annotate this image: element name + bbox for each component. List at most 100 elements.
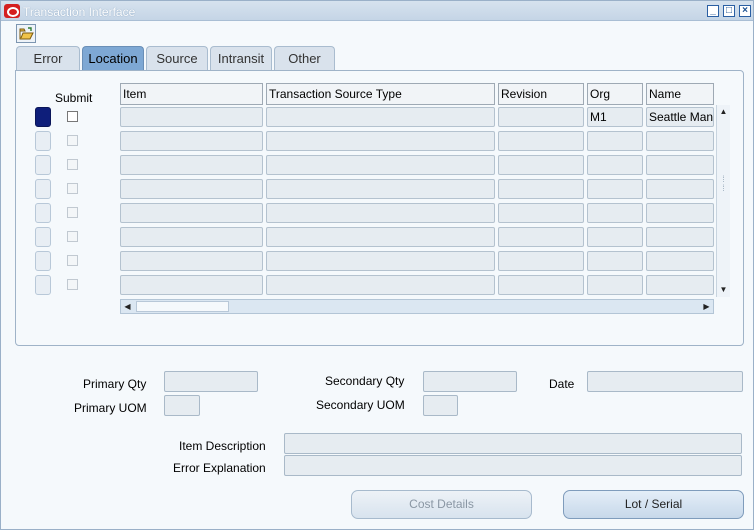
oracle-logo-icon	[4, 4, 20, 18]
lot-serial-button[interactable]: Lot / Serial	[563, 490, 744, 519]
cell-name[interactable]	[646, 155, 714, 175]
submit-checkbox[interactable]	[67, 255, 78, 266]
item-description-field[interactable]	[284, 433, 742, 454]
cell-source-type[interactable]	[266, 275, 495, 295]
cell-name[interactable]	[646, 179, 714, 199]
cell-revision[interactable]	[498, 203, 584, 223]
cell-source-type[interactable]	[266, 203, 495, 223]
scroll-thumb[interactable]	[136, 301, 229, 312]
transaction-interface-window: Transaction Interface _ □ × Error Locati…	[0, 0, 754, 530]
cell-revision[interactable]	[498, 275, 584, 295]
cell-org[interactable]	[587, 131, 643, 151]
cell-revision[interactable]	[498, 131, 584, 151]
tab-location[interactable]: Location	[82, 46, 144, 71]
row-selector[interactable]	[35, 227, 51, 247]
cell-item[interactable]	[120, 203, 263, 223]
scroll-grip-icon[interactable]: ⁞ ⁞	[717, 175, 730, 193]
cell-revision[interactable]	[498, 107, 584, 127]
error-explanation-label: Error Explanation	[173, 461, 266, 475]
column-header-org: Org	[587, 83, 643, 105]
submit-checkbox[interactable]	[67, 183, 78, 194]
row-selector[interactable]	[35, 131, 51, 151]
column-header-name: Name	[646, 83, 714, 105]
cell-item[interactable]	[120, 155, 263, 175]
vertical-scrollbar[interactable]: ▲ ⁞ ⁞ ▼	[716, 105, 730, 297]
cell-source-type[interactable]	[266, 107, 495, 127]
tab-source[interactable]: Source	[146, 46, 208, 70]
primary-uom-field[interactable]	[164, 395, 200, 416]
window-title: Transaction Interface	[23, 5, 136, 19]
cell-source-type[interactable]	[266, 131, 495, 151]
cell-org[interactable]	[587, 227, 643, 247]
row-selector[interactable]	[35, 203, 51, 223]
close-icon[interactable]: ×	[739, 5, 751, 17]
cost-details-button[interactable]: Cost Details	[351, 490, 532, 519]
item-description-label: Item Description	[179, 439, 266, 453]
column-header-source-type: Transaction Source Type	[266, 83, 495, 105]
submit-checkbox[interactable]	[67, 279, 78, 290]
minimize-icon[interactable]: _	[707, 5, 719, 17]
cell-revision[interactable]	[498, 155, 584, 175]
cell-item[interactable]	[120, 131, 263, 151]
tab-other[interactable]: Other	[274, 46, 335, 70]
cell-name[interactable]	[646, 131, 714, 151]
open-folder-button[interactable]	[16, 24, 36, 43]
date-field[interactable]	[587, 371, 743, 392]
tab-intransit[interactable]: Intransit	[210, 46, 272, 70]
row-selector[interactable]	[35, 275, 51, 295]
column-header-revision: Revision	[498, 83, 584, 105]
cell-revision[interactable]	[498, 179, 584, 199]
cell-source-type[interactable]	[266, 227, 495, 247]
cell-name[interactable]	[646, 227, 714, 247]
submit-checkbox[interactable]	[67, 231, 78, 242]
submit-checkbox[interactable]	[67, 135, 78, 146]
cell-source-type[interactable]	[266, 179, 495, 199]
tab-error[interactable]: Error	[16, 46, 80, 70]
date-label: Date	[549, 377, 575, 391]
cell-item[interactable]	[120, 179, 263, 199]
row-selector[interactable]	[35, 251, 51, 271]
primary-qty-label: Primary Qty	[83, 377, 147, 391]
cell-item[interactable]	[120, 275, 263, 295]
secondary-uom-label: Secondary UOM	[316, 398, 405, 412]
cell-name[interactable]	[646, 203, 714, 223]
column-header-item: Item	[120, 83, 263, 105]
cell-org[interactable]	[587, 155, 643, 175]
scroll-right-icon[interactable]: ▶	[700, 300, 713, 313]
cell-revision[interactable]	[498, 227, 584, 247]
cell-item[interactable]	[120, 251, 263, 271]
cell-source-type[interactable]	[266, 155, 495, 175]
scroll-up-icon[interactable]: ▲	[717, 105, 730, 118]
horizontal-scrollbar[interactable]: ◀ ▶	[120, 299, 714, 314]
submit-checkbox[interactable]	[67, 207, 78, 218]
cell-name[interactable]: Seattle Man	[646, 107, 714, 127]
secondary-qty-field[interactable]	[423, 371, 517, 392]
submit-column-header: Submit	[55, 91, 93, 105]
row-selector[interactable]	[35, 155, 51, 175]
row-selector[interactable]	[35, 179, 51, 199]
open-folder-icon	[19, 27, 34, 40]
cell-org[interactable]	[587, 275, 643, 295]
title-bar: Transaction Interface _ □ ×	[1, 1, 753, 21]
maximize-icon[interactable]: □	[723, 5, 735, 17]
row-selector-current[interactable]	[35, 107, 51, 127]
primary-qty-field[interactable]	[164, 371, 258, 392]
scroll-down-icon[interactable]: ▼	[717, 283, 730, 296]
primary-uom-label: Primary UOM	[74, 401, 147, 415]
cell-source-type[interactable]	[266, 251, 495, 271]
cell-name[interactable]	[646, 275, 714, 295]
scroll-left-icon[interactable]: ◀	[121, 300, 134, 313]
cell-org[interactable]: M1	[587, 107, 643, 127]
submit-checkbox[interactable]	[67, 159, 78, 170]
secondary-uom-field[interactable]	[423, 395, 458, 416]
cell-name[interactable]	[646, 251, 714, 271]
cell-item[interactable]	[120, 227, 263, 247]
error-explanation-field[interactable]	[284, 455, 742, 476]
cell-org[interactable]	[587, 203, 643, 223]
cell-org[interactable]	[587, 251, 643, 271]
cell-item[interactable]	[120, 107, 263, 127]
secondary-qty-label: Secondary Qty	[325, 374, 405, 388]
cell-org[interactable]	[587, 179, 643, 199]
cell-revision[interactable]	[498, 251, 584, 271]
submit-checkbox[interactable]	[67, 111, 78, 122]
